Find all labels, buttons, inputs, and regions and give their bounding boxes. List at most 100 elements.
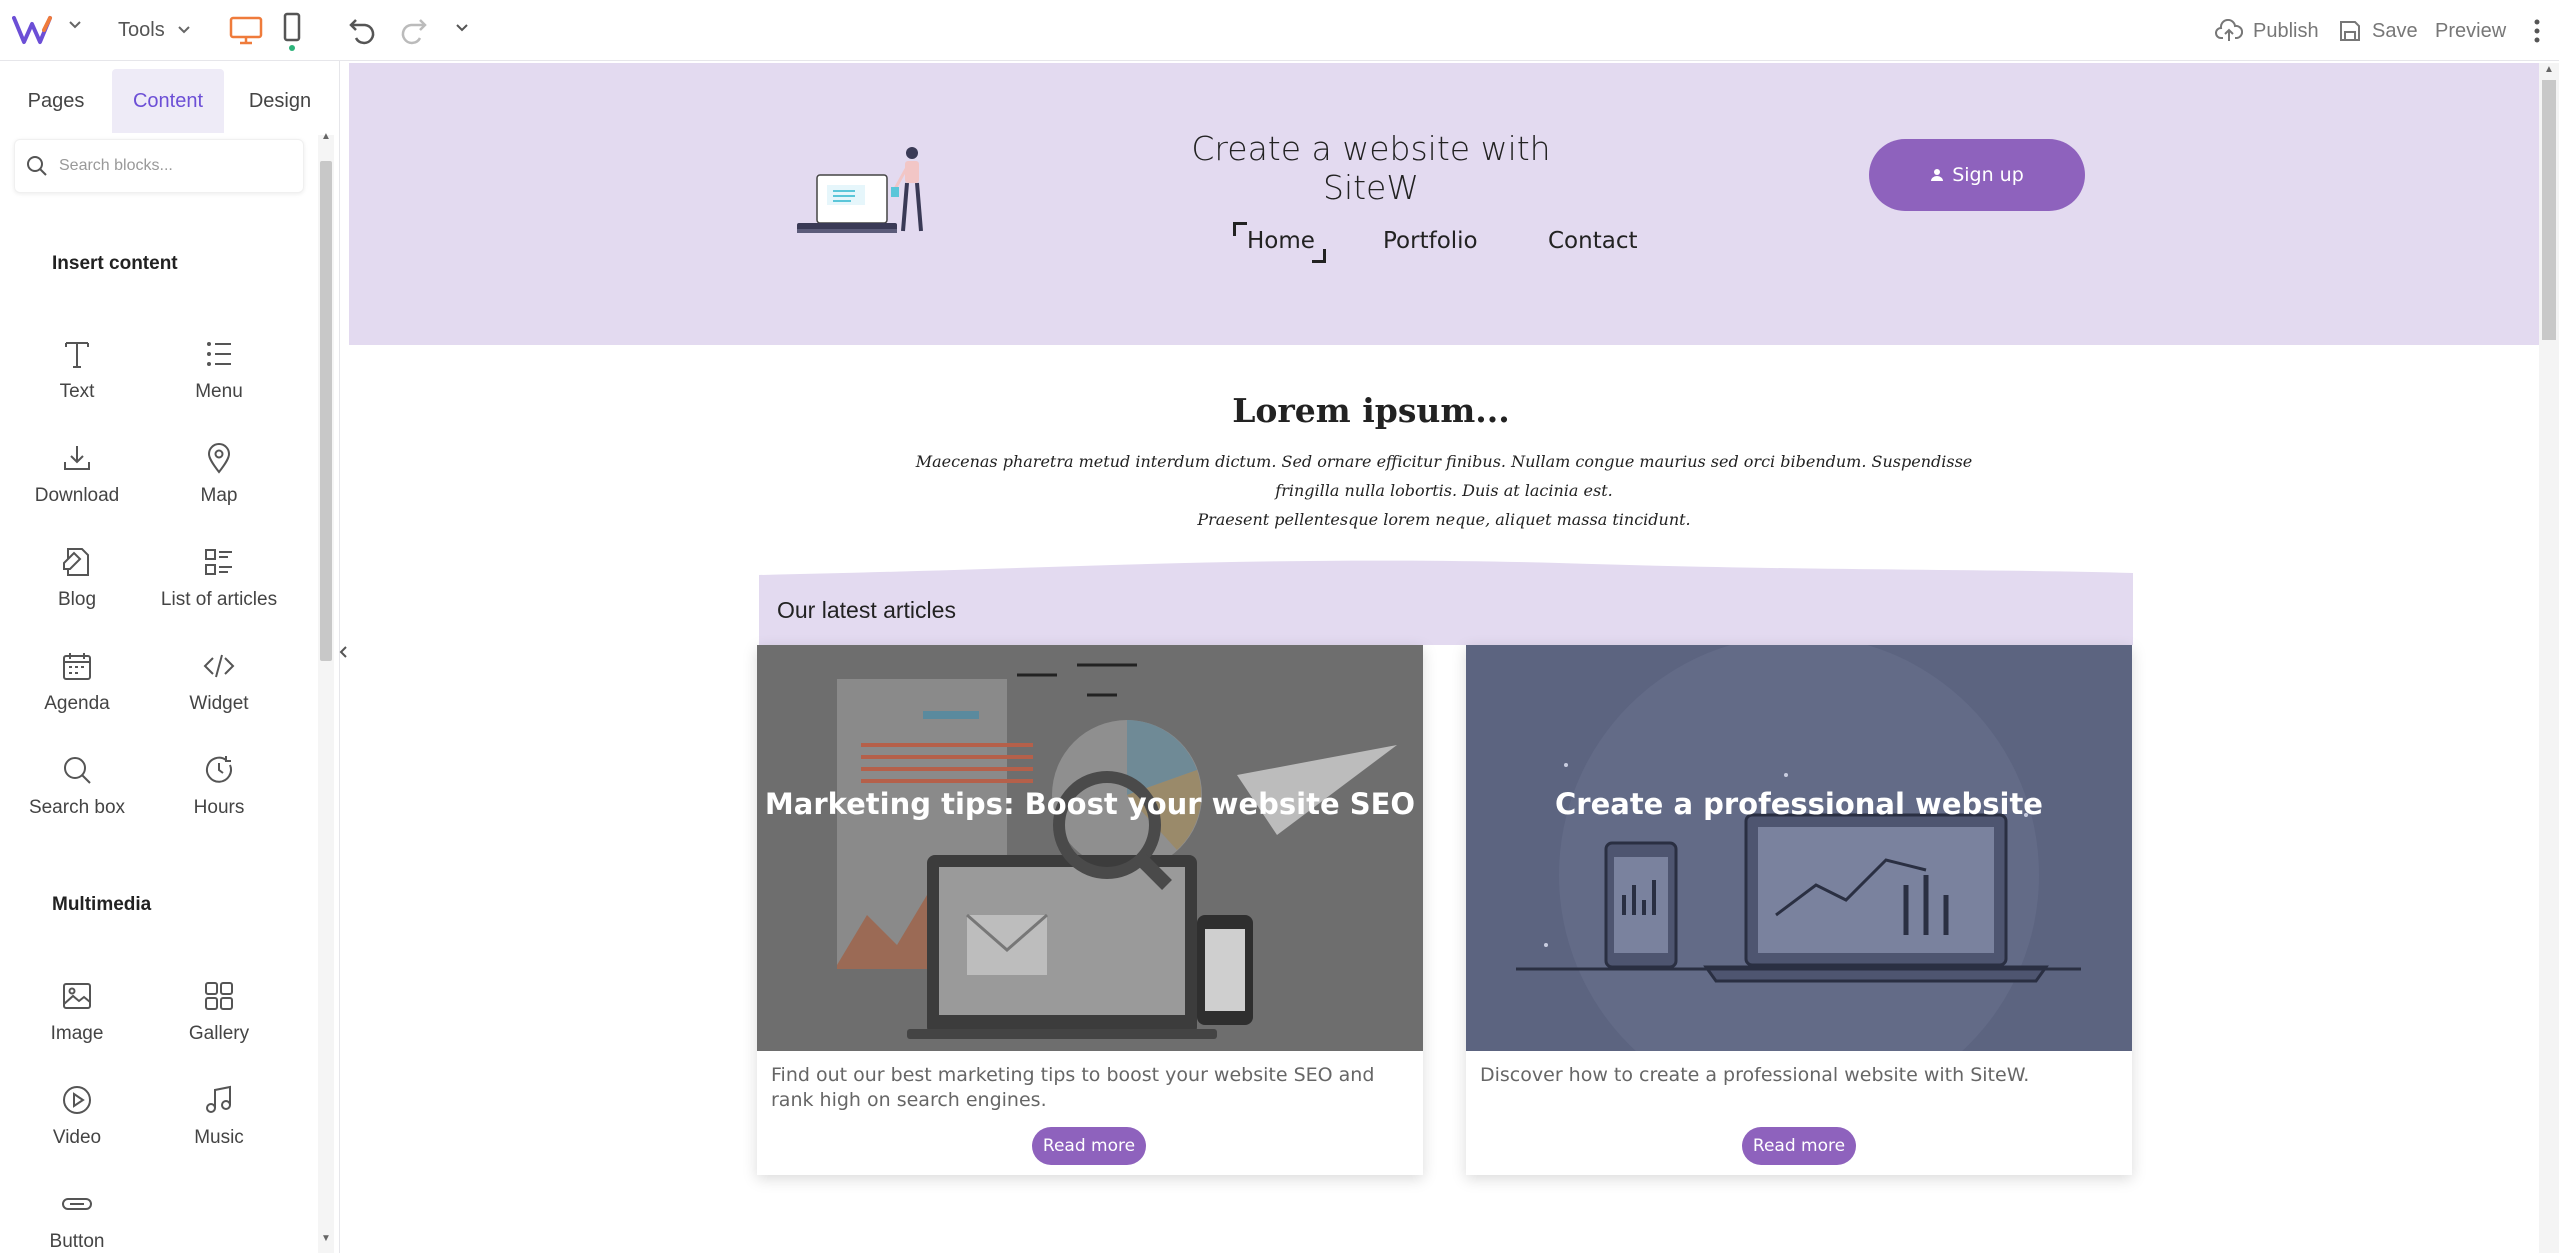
block-label: Map — [200, 485, 238, 506]
panel-scrollbar-thumb[interactable] — [320, 161, 332, 661]
block-image[interactable]: Image — [7, 979, 147, 1069]
logo-chevron-down-icon[interactable] — [68, 20, 82, 30]
site-title[interactable]: Create a website with SiteW — [1161, 129, 1581, 207]
article-description: Discover how to create a professional we… — [1480, 1064, 2030, 1086]
block-map[interactable]: Map — [149, 441, 289, 531]
history-chevron-down-icon[interactable] — [450, 16, 474, 40]
section-title-multimedia: Multimedia — [52, 894, 152, 915]
block-download[interactable]: Download — [7, 441, 147, 531]
article-image-seo: Marketing tips: Boost your website SEO — [757, 645, 1423, 1051]
button-icon — [62, 1198, 92, 1210]
panel-tabs: Pages Content Design — [0, 61, 336, 135]
save-label: Save — [2372, 19, 2418, 42]
mobile-view-button[interactable] — [278, 10, 306, 52]
preview-button[interactable]: Preview — [2435, 14, 2506, 48]
lorem-paragraph[interactable]: Maecenas pharetra metud interdum dictum.… — [909, 447, 1979, 534]
search-icon — [27, 156, 47, 176]
canvas-scrollbar-thumb[interactable] — [2542, 80, 2556, 340]
block-button[interactable]: Button — [7, 1187, 147, 1253]
block-gallery[interactable]: Gallery — [149, 979, 289, 1069]
read-more-button[interactable]: Read more — [1742, 1127, 1856, 1165]
nav-item-contact[interactable]: Contact — [1548, 228, 1637, 254]
header-illustration — [797, 147, 923, 233]
search-blocks-input[interactable] — [59, 157, 289, 175]
publish-button[interactable]: Publish — [2215, 14, 2319, 48]
user-icon — [1931, 169, 1944, 181]
undo-icon — [349, 19, 375, 45]
redo-icon — [401, 19, 427, 45]
block-list-of-articles[interactable]: List of articles — [149, 545, 289, 635]
more-options-icon[interactable] — [2528, 14, 2546, 48]
left-panel: Pages Content Design Insert content Text… — [0, 61, 340, 1253]
block-menu[interactable]: Menu — [149, 337, 289, 427]
download-icon — [64, 446, 90, 470]
lorem-line-1: Maecenas pharetra metud interdum dictum.… — [915, 452, 1973, 500]
clock-icon — [205, 756, 232, 783]
music-icon — [206, 1085, 231, 1113]
block-video[interactable]: Video — [7, 1083, 147, 1173]
scroll-down-icon[interactable]: ▼ — [320, 1233, 332, 1249]
tab-content[interactable]: Content — [112, 69, 224, 133]
section-title-insert-content: Insert content — [52, 253, 178, 274]
canvas-scroll-up-icon[interactable]: ▲ — [2542, 64, 2556, 78]
read-more-button[interactable]: Read more — [1032, 1127, 1146, 1165]
block-label: Gallery — [188, 1023, 250, 1044]
block-label: Agenda — [44, 693, 110, 714]
mobile-icon — [283, 12, 301, 51]
sitew-logo-icon[interactable] — [12, 12, 60, 48]
block-blog[interactable]: Blog — [7, 545, 147, 635]
article-description: Find out our best marketing tips to boos… — [771, 1064, 1375, 1111]
tools-menu-button[interactable]: Tools — [118, 14, 191, 46]
article-card[interactable]: Marketing tips: Boost your website SEO F… — [757, 645, 1423, 1175]
sign-up-label: Sign up — [1952, 164, 2024, 186]
redo-button[interactable] — [396, 12, 430, 46]
preview-label: Preview — [2435, 19, 2507, 42]
block-label: Blog — [57, 589, 97, 610]
block-text[interactable]: Text — [7, 337, 147, 427]
publish-label: Publish — [2253, 19, 2319, 42]
block-label: Hours — [193, 797, 245, 818]
article-card[interactable]: Create a professional website Discover h… — [1466, 645, 2132, 1175]
block-label: Video — [52, 1127, 102, 1148]
block-agenda[interactable]: Agenda — [7, 649, 147, 739]
sign-up-button[interactable]: Sign up — [1869, 139, 2085, 211]
top-toolbar: Tools Publish Save Preview — [0, 0, 2559, 61]
lorem-heading[interactable]: Lorem ipsum... — [1061, 391, 1681, 430]
tab-pages[interactable]: Pages — [0, 69, 112, 133]
block-music[interactable]: Music — [149, 1083, 289, 1173]
block-widget[interactable]: Widget — [149, 649, 289, 739]
collapse-panel-icon[interactable] — [336, 640, 350, 664]
cloud-upload-icon — [2215, 19, 2243, 41]
block-label: Widget — [189, 693, 249, 714]
block-label: List of articles — [160, 589, 278, 610]
nav-item-home[interactable]: Home — [1247, 228, 1315, 254]
undo-button[interactable] — [346, 12, 380, 46]
desktop-view-button[interactable] — [228, 12, 264, 48]
scroll-up-icon[interactable]: ▲ — [320, 131, 332, 147]
menu-list-icon — [207, 342, 231, 366]
site-header[interactable]: Create a website with SiteW Home Portfol… — [349, 63, 2539, 345]
gallery-grid-icon — [205, 982, 233, 1010]
tools-label: Tools — [118, 18, 165, 41]
play-icon — [63, 1086, 91, 1114]
search-icon — [64, 757, 91, 784]
image-icon — [63, 983, 91, 1009]
save-button[interactable]: Save — [2338, 14, 2418, 48]
calendar-icon — [63, 653, 91, 680]
nav-item-portfolio[interactable]: Portfolio — [1383, 228, 1478, 254]
latest-articles-title[interactable]: Our latest articles — [777, 597, 956, 624]
block-hours[interactable]: Hours — [149, 753, 289, 843]
block-label: Image — [50, 1023, 104, 1044]
lorem-line-2: Praesent pellentesque lorem neque, aliqu… — [1197, 510, 1691, 529]
block-label: Menu — [195, 381, 243, 402]
block-search-box[interactable]: Search box — [7, 753, 147, 843]
blog-icon — [63, 548, 89, 576]
map-pin-icon — [207, 443, 231, 474]
tab-design[interactable]: Design — [224, 69, 336, 133]
save-icon — [2340, 21, 2360, 41]
block-label: Button — [49, 1231, 105, 1252]
article-title: Create a professional website — [1555, 787, 2043, 821]
editor-canvas: Create a website with SiteW Home Portfol… — [349, 63, 2539, 1253]
block-label: Search box — [28, 797, 126, 818]
search-blocks-box — [14, 139, 304, 193]
